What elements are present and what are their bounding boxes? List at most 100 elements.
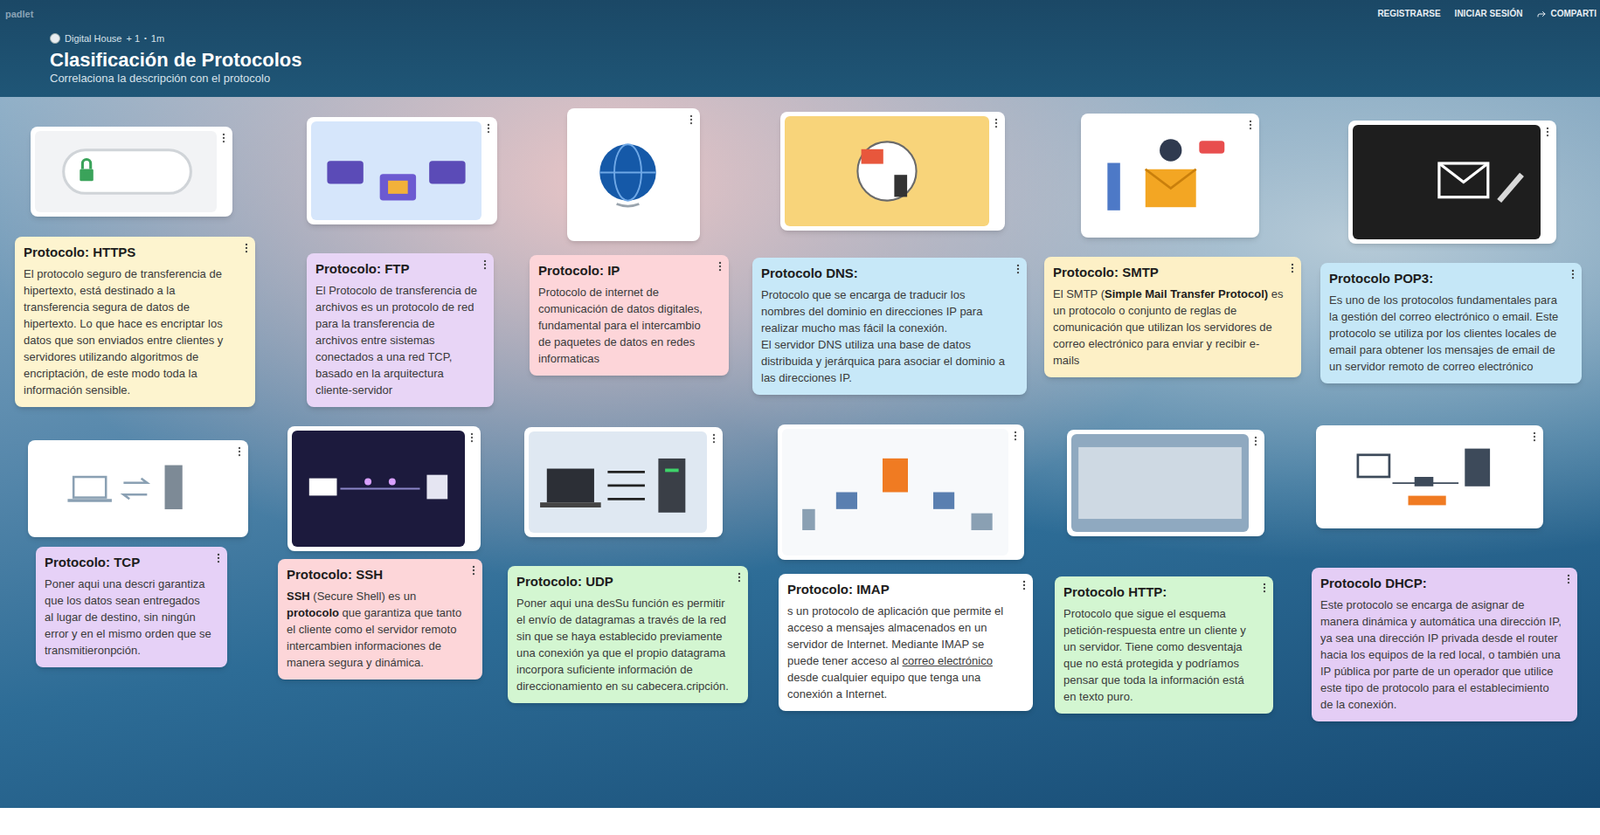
post-card[interactable]: Protocolo: FTPEl Protocolo de transferen… bbox=[306, 253, 494, 408]
post-card[interactable]: Protocolo DNS:Protocolo que se encarga d… bbox=[752, 257, 1027, 395]
avatar-icon bbox=[49, 33, 61, 44]
post-image[interactable] bbox=[30, 126, 233, 217]
post-title: Protocolo: IMAP bbox=[787, 581, 1018, 599]
more-icon[interactable] bbox=[1018, 579, 1031, 592]
post-card[interactable]: Protocolo: SSHSSH (Secure Shell) es un p… bbox=[277, 559, 483, 680]
post-image[interactable] bbox=[567, 108, 700, 242]
post-body: s un protocolo de aplicación que permite… bbox=[787, 602, 1018, 703]
image-block bbox=[528, 431, 707, 534]
mail-icon bbox=[1085, 117, 1244, 234]
post-title: Protocolo: UDP bbox=[516, 573, 733, 591]
body-paragraph: Protocolo que se encarga de traducir los… bbox=[761, 286, 1012, 337]
post-body: Protocolo de internet de comunicación de… bbox=[538, 283, 714, 368]
body-paragraph: Protocolo que sigue el esquema petición-… bbox=[1063, 605, 1258, 706]
more-icon[interactable] bbox=[1528, 430, 1541, 444]
nav-link[interactable]: COMPARTI bbox=[1536, 6, 1597, 21]
image-block bbox=[571, 112, 685, 237]
more-icon[interactable] bbox=[1244, 118, 1257, 132]
contributors: + 1 bbox=[125, 31, 140, 47]
body-text: Protocolo que sigue el esquema petición-… bbox=[1063, 607, 1247, 704]
post-body: Protocolo que se encarga de traducir los… bbox=[761, 286, 1012, 387]
post-title: Protocolo DHCP: bbox=[1320, 574, 1562, 593]
post-card[interactable]: Protocolo POP3:Es uno de los protocolos … bbox=[1320, 263, 1582, 384]
board-header: padlet REGISTRARSE INICIAR SESIÓN COMPARTI D… bbox=[0, 0, 1600, 97]
body-text: El protocolo seguro de transferencia de … bbox=[23, 267, 223, 397]
more-icon[interactable] bbox=[1011, 263, 1025, 276]
post-card[interactable]: Protocolo HTTP: Protocolo que sigue el es… bbox=[1054, 576, 1274, 714]
board-title: Clasificación de Protocolos bbox=[49, 48, 1600, 72]
more-icon[interactable] bbox=[1258, 581, 1271, 595]
post-image[interactable] bbox=[1316, 425, 1544, 529]
more-icon[interactable] bbox=[217, 131, 230, 145]
body-text: SSH bbox=[286, 589, 311, 603]
more-icon[interactable] bbox=[478, 258, 492, 271]
post-card[interactable]: Protocolo: SMTPEl SMTP (Simple Mail Tran… bbox=[1044, 256, 1302, 378]
body-paragraph: El protocolo seguro de transferencia de … bbox=[23, 265, 240, 399]
body-paragraph: Este protocolo se encarga de asignar de … bbox=[1320, 596, 1562, 714]
post-title: Protocolo HTTP: bbox=[1063, 583, 1258, 602]
post-body: Protocolo que sigue el esquema petición-… bbox=[1063, 605, 1258, 706]
tcp-icon bbox=[32, 444, 233, 534]
more-icon[interactable] bbox=[212, 552, 225, 565]
folder-icon bbox=[311, 121, 482, 221]
author[interactable]: Digital House bbox=[64, 31, 122, 47]
more-icon[interactable] bbox=[1541, 125, 1554, 139]
more-icon[interactable] bbox=[685, 113, 698, 126]
post-image[interactable] bbox=[306, 117, 498, 225]
more-icon[interactable] bbox=[482, 122, 495, 135]
post-card[interactable]: Protocolo: UDP Poner aqui una desSu funci… bbox=[507, 566, 749, 704]
more-icon[interactable] bbox=[990, 117, 1003, 130]
nav-link[interactable]: INICIAR SESIÓN bbox=[1454, 6, 1524, 21]
more-icon[interactable] bbox=[733, 571, 746, 584]
post-card[interactable]: Protocolo: HTTPS El protocolo seguro de t… bbox=[14, 236, 256, 408]
udp-icon bbox=[528, 431, 707, 534]
more-icon[interactable] bbox=[467, 564, 480, 577]
body-text: correo electrónico bbox=[902, 654, 993, 668]
post-body: Poner aqui una desSu función es permitir… bbox=[516, 595, 733, 695]
post-image[interactable] bbox=[777, 424, 1025, 561]
post-card[interactable]: Protocolo: TCPPoner aqui una descri gara… bbox=[35, 547, 228, 668]
more-icon[interactable] bbox=[465, 431, 478, 444]
post-image[interactable] bbox=[1348, 120, 1557, 244]
post-image[interactable] bbox=[524, 427, 723, 538]
more-icon[interactable] bbox=[1286, 262, 1299, 275]
board-subtitle: Correlaciona la descripción con el proto… bbox=[49, 71, 1600, 86]
post-image[interactable] bbox=[287, 426, 481, 552]
post-body: Es uno de los protocolos fundamentales p… bbox=[1329, 291, 1566, 375]
image-block bbox=[1085, 117, 1244, 234]
more-icon[interactable] bbox=[713, 260, 727, 273]
more-icon[interactable] bbox=[240, 242, 253, 255]
body-text: Poner aqui una desSu función es permitir… bbox=[516, 596, 729, 693]
post-card[interactable]: Protocolo: IMAP s un protocolo de aplicac… bbox=[778, 574, 1033, 712]
post-title: Protocolo: HTTPS bbox=[23, 243, 240, 262]
body-paragraph: Poner aqui una descri garantiza que los … bbox=[44, 575, 212, 659]
separator: • bbox=[144, 33, 147, 44]
post-body: El protocolo seguro de transferencia de … bbox=[23, 265, 240, 399]
nav-link[interactable]: REGISTRARSE bbox=[1377, 6, 1441, 21]
more-icon[interactable] bbox=[707, 432, 721, 445]
image-block bbox=[1071, 434, 1249, 533]
post-body: Poner aqui una descri garantiza que los … bbox=[44, 575, 212, 659]
body-text: El SMTP ( bbox=[1052, 287, 1105, 301]
body-paragraph: El SMTP (Simple Mail Transfer Protocol) … bbox=[1052, 285, 1286, 369]
more-icon[interactable] bbox=[233, 445, 246, 458]
post-image[interactable] bbox=[27, 440, 249, 538]
dhcp-icon bbox=[1320, 429, 1528, 525]
post-card[interactable]: Protocolo: IPProtocolo de internet de co… bbox=[529, 255, 729, 376]
post-image[interactable] bbox=[1066, 429, 1265, 537]
post-image[interactable] bbox=[780, 111, 1005, 231]
age: 1m bbox=[151, 31, 165, 47]
body-text: (Secure Shell) es un bbox=[310, 589, 416, 603]
post-image[interactable] bbox=[1080, 113, 1260, 238]
more-icon[interactable] bbox=[1566, 268, 1580, 281]
more-icon[interactable] bbox=[1562, 573, 1575, 586]
post-card[interactable]: Protocolo DHCP: Este protocolo se encarga… bbox=[1311, 567, 1578, 722]
envelope-icon bbox=[1352, 124, 1541, 240]
more-icon[interactable] bbox=[1249, 435, 1262, 448]
brand[interactable]: padlet bbox=[5, 6, 34, 22]
top-nav: REGISTRARSE INICIAR SESIÓN COMPARTI bbox=[1377, 6, 1597, 21]
body-text: protocolo bbox=[286, 606, 340, 620]
more-icon[interactable] bbox=[1009, 429, 1022, 443]
body-text: Es uno de los protocolos fundamentales p… bbox=[1329, 293, 1559, 374]
post-body: El SMTP (Simple Mail Transfer Protocol) … bbox=[1052, 285, 1286, 369]
